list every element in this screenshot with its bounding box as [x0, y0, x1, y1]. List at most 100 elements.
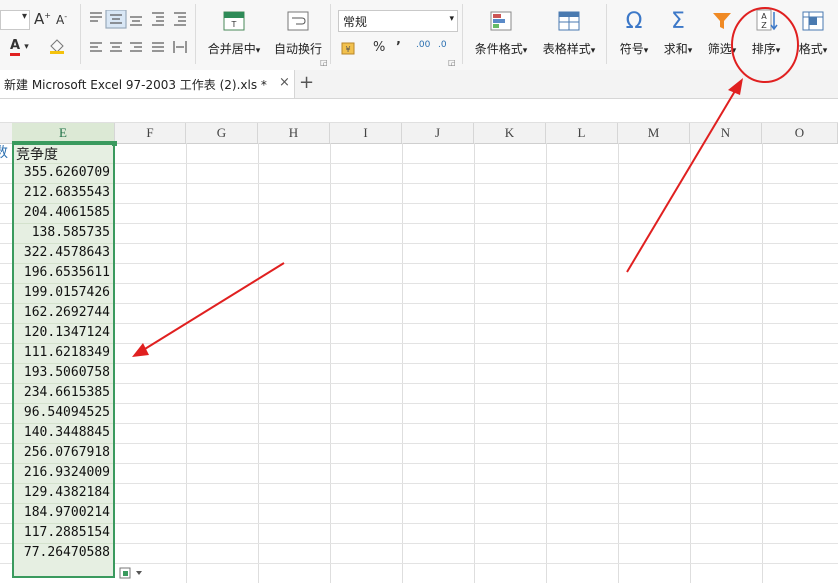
chevron-down-icon: ▾ [687, 46, 693, 56]
selected-column-e[interactable]: 竞争度 355.6260709 212.6835543 204.4061585 138… [12, 143, 115, 578]
gridline [14, 263, 113, 264]
gridline [14, 463, 113, 464]
column-header-e[interactable]: E [12, 123, 115, 143]
svg-text:T: T [231, 20, 237, 29]
gridline [0, 423, 838, 424]
value-cell[interactable]: 199.0157426 [24, 283, 110, 303]
chevron-down-icon: ▾ [449, 14, 454, 24]
value-cell[interactable]: 256.0767918 [24, 443, 110, 463]
value-cell[interactable]: 196.6535611 [24, 263, 110, 283]
divider [462, 4, 463, 64]
divider [80, 4, 81, 64]
chevron-down-icon: ▾ [822, 46, 828, 56]
gridline [0, 563, 838, 564]
column-header-h[interactable]: H [258, 123, 330, 143]
increase-decimal-button[interactable]: .00 [416, 40, 430, 50]
value-cell[interactable]: 322.4578643 [24, 243, 110, 263]
font-color-button[interactable]: A ▾ [10, 38, 29, 56]
gridline [14, 443, 113, 444]
gridline [0, 503, 838, 504]
value-cell[interactable]: 96.54094525 [24, 403, 110, 423]
merge-center-button[interactable]: T 合并居中▾ [204, 10, 264, 57]
value-cell[interactable]: 140.3448845 [24, 423, 110, 443]
gridline [0, 443, 838, 444]
column-header-f[interactable]: F [115, 123, 186, 143]
column-header-l[interactable]: L [546, 123, 618, 143]
gridline [14, 483, 113, 484]
gridline [14, 403, 113, 404]
value-cell[interactable]: 212.6835543 [24, 183, 110, 203]
chevron-down-icon: ▾ [255, 46, 261, 56]
document-tab[interactable]: 新建 Microsoft Excel 97-2003 工作表 (2).xls *… [0, 70, 295, 98]
column-header-i[interactable]: I [330, 123, 402, 143]
value-cell[interactable]: 138.585735 [32, 223, 110, 243]
sum-button[interactable]: Σ 求和▾ [658, 8, 698, 57]
value-cell[interactable]: 162.2692744 [24, 303, 110, 323]
column-header-j[interactable]: J [402, 123, 474, 143]
gridline [14, 243, 113, 244]
worksheet-grid[interactable] [0, 143, 838, 583]
gridline [14, 323, 113, 324]
conditional-format-button[interactable]: 条件格式▾ [470, 10, 532, 57]
table-style-button[interactable]: 表格样式▾ [538, 10, 600, 57]
fill-color-button[interactable] [48, 38, 66, 58]
alignment-icons [90, 9, 187, 53]
gridline [14, 163, 113, 164]
conditional-format-icon [488, 10, 514, 32]
symbol-button[interactable]: Ω 符号▾ [614, 9, 654, 57]
chevron-down-icon: ▾ [24, 42, 29, 52]
gridline [14, 363, 113, 364]
chevron-down-icon: ▾ [21, 11, 27, 22]
column-header-m[interactable]: M [618, 123, 690, 143]
value-cell[interactable]: 216.9324009 [24, 463, 110, 483]
font-grow-button[interactable]: A+ [34, 10, 51, 28]
chevron-down-icon: ▾ [643, 46, 649, 56]
currency-button[interactable]: ¥ [340, 40, 362, 60]
merge-cells-icon: T [221, 10, 247, 32]
filter-button[interactable]: 筛选▾ [702, 10, 742, 57]
wrap-text-icon [285, 10, 311, 32]
column-header-o[interactable]: O [762, 123, 838, 143]
selection-handle[interactable] [112, 141, 117, 146]
gridline [14, 543, 113, 544]
value-cell[interactable]: 77.26470588 [24, 543, 110, 563]
gridline [0, 403, 838, 404]
add-tab-button[interactable]: + [299, 72, 314, 93]
value-cell[interactable]: 184.9700214 [24, 503, 110, 523]
value-cell[interactable]: 117.2885154 [24, 523, 110, 543]
value-cell[interactable]: 204.4061585 [24, 203, 110, 223]
comma-button[interactable]: ’ [396, 40, 401, 55]
value-cell[interactable]: 234.6615385 [24, 383, 110, 403]
dialog-launcher-icon[interactable]: ◲ [448, 58, 456, 67]
font-size-dropdown[interactable]: ▾ [0, 10, 30, 30]
column-header-n[interactable]: N [690, 123, 762, 143]
column-header-g[interactable]: G [186, 123, 258, 143]
currency-icon: ¥ [341, 42, 355, 55]
value-cell[interactable]: 355.6260709 [24, 163, 110, 183]
font-shrink-button[interactable]: A- [56, 12, 67, 27]
wrap-text-button[interactable]: 自动换行 [272, 10, 324, 57]
gridline [14, 523, 113, 524]
column-header-k[interactable]: K [474, 123, 546, 143]
value-cell[interactable]: 129.4382184 [24, 483, 110, 503]
close-icon[interactable]: × [279, 75, 290, 90]
gridline [0, 523, 838, 524]
number-format-dropdown[interactable]: 常规 ▾ [338, 10, 458, 32]
chevron-down-icon: ▾ [775, 46, 781, 56]
sort-button[interactable]: AZ 排序▾ [746, 9, 786, 57]
value-cell[interactable]: 193.5060758 [24, 363, 110, 383]
sigma-icon: Σ [671, 8, 685, 34]
format-button[interactable]: 格式▾ [792, 10, 834, 57]
value-cell[interactable]: 111.6218349 [24, 343, 110, 363]
dialog-launcher-icon[interactable]: ◲ [320, 58, 328, 67]
decrease-decimal-button[interactable]: .0 [438, 40, 447, 50]
gridline [0, 263, 838, 264]
percent-button[interactable]: % [373, 40, 385, 55]
gridline [14, 503, 113, 504]
column-headers: E F G H I J K L M N O [0, 122, 838, 144]
value-cell[interactable]: 120.1347124 [24, 323, 110, 343]
divider [195, 4, 196, 64]
header-cell[interactable]: 竞争度 [16, 145, 58, 165]
gridline [14, 223, 113, 224]
quick-analysis-button[interactable] [118, 566, 146, 583]
